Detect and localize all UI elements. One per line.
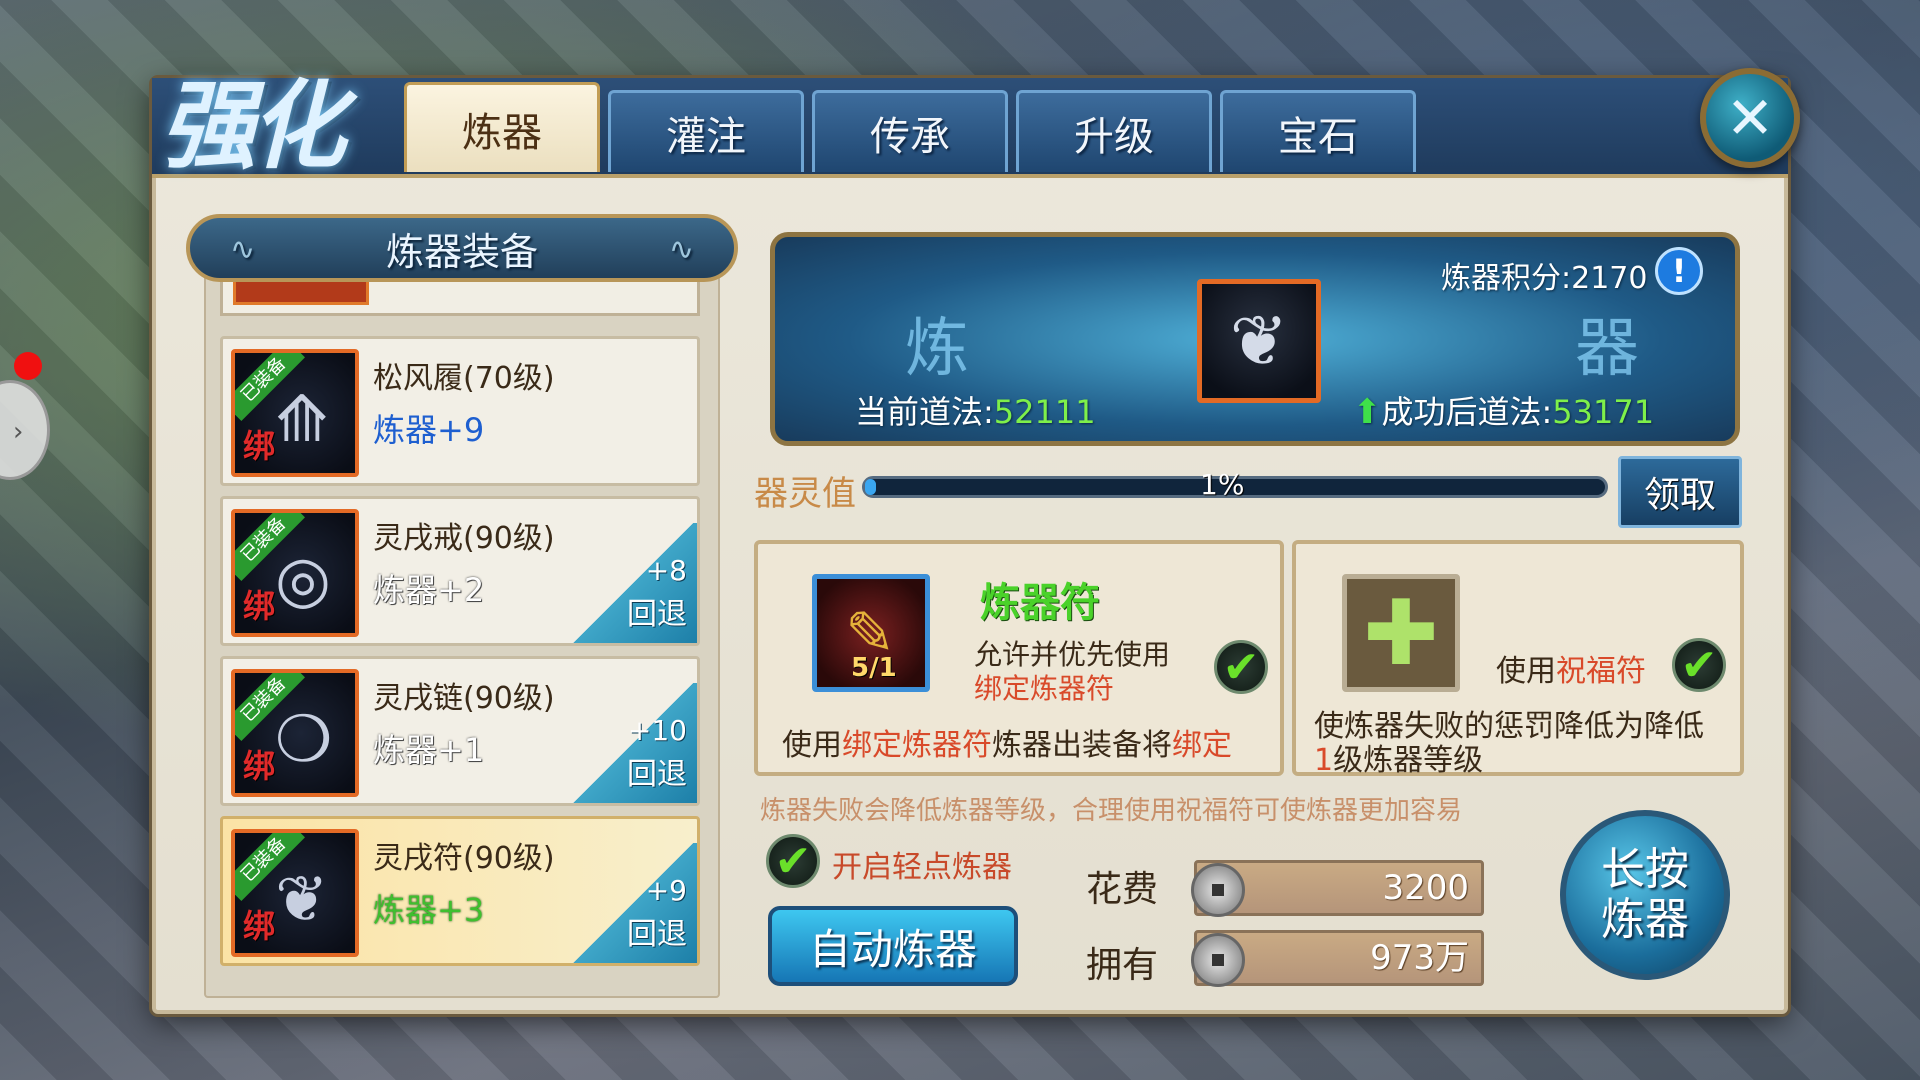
current-power: 当前道法:52111 [855,393,1096,431]
talisman-footnote: 使用绑定炼器符炼器出装备将绑定 [782,728,1232,763]
item-name: 灵戌链(90级) [373,681,555,716]
item-refine-level: 炼器+2 [373,571,485,609]
talisman-desc: 允许并优先使用 绑定炼器符 [974,638,1171,705]
item-refine-level: 炼器+1 [373,731,485,769]
boots-icon: ⟰ 已装备 绑 [231,349,359,477]
notification-dot [14,352,42,380]
rollback-label: 回退 [627,757,687,792]
info-icon[interactable]: ! [1655,247,1703,295]
spirit-progress-text: 1% [1200,468,1245,501]
hold-refine-button[interactable]: 长按 炼器 [1560,810,1730,980]
owned-field: 973万 [1191,930,1484,987]
rollback-value: +10 [627,714,687,747]
tab-bar: 炼器 灌注 传承 升级 宝石 [404,82,1416,172]
item-refine-level: 炼器+3 [373,891,485,929]
coin-icon [1191,863,1245,917]
use-bound-talisman-checkbox[interactable]: ✔ [1214,640,1268,694]
tab-refine[interactable]: 炼器 [404,82,600,172]
bind-badge: 绑 [243,907,276,945]
tab-upgrade[interactable]: 升级 [1016,90,1212,172]
equipment-list-title: 炼器装备 [385,229,538,274]
enhance-logo: 强化 [160,69,346,182]
cost-label: 花费 [1086,869,1159,910]
blessing-footnote: 使炼器失败的惩罚降低为降低 1级炼器等级 [1314,709,1704,778]
chevron-right-icon: › [13,417,24,447]
item-refine-level: 炼器+9 [373,411,485,449]
talisman-count: 5/1 [851,653,897,683]
refine-score: 炼器积分:2170 [1441,261,1648,296]
talisman-icon: ❦ 已装备 绑 [231,829,359,957]
claim-button[interactable]: 领取 [1618,456,1742,528]
tab-infuse[interactable]: 灌注 [608,90,804,172]
easy-refine-label: 开启轻点炼器 [832,850,1012,885]
tab-inherit[interactable]: 传承 [812,90,1008,172]
equipment-list-header: ∿ 炼器装备 ∿ [186,214,738,282]
list-item[interactable]: ❍ 已装备 绑 灵戌链(90级) 炼器+1 +10 回退 [220,656,700,806]
refine-tip: 炼器失败会降低炼器等级，合理使用祝福符可使炼器更加容易 [760,796,1463,826]
item-name: 松风履(70级) [373,361,555,396]
seal-char-left: 炼 [905,312,969,386]
add-blessing-icon[interactable]: ✚ [1342,574,1460,692]
after-success-power: ⬆成功后道法:53171 [1353,392,1655,432]
rollback-value: +9 [645,874,687,907]
auto-refine-button[interactable]: 自动炼器 [768,906,1018,986]
seal-char-right: 器 [1575,312,1639,386]
easy-refine-checkbox[interactable]: ✔ [766,834,820,888]
blessing-label: 使用祝福符 [1496,654,1646,689]
refine-talisman-option: ✎ 5/1 炼器符 允许并优先使用 绑定炼器符 ✔ 使用绑定炼器符炼器出装备将绑… [754,540,1284,776]
selected-item-icon: ❦ [1197,279,1321,403]
rollback-value: +8 [645,554,687,587]
tab-gem[interactable]: 宝石 [1220,90,1416,172]
ring-icon: ◎ 已装备 绑 [231,509,359,637]
list-item[interactable]: ⟰ 已装备 绑 松风履(70级) 炼器+9 [220,336,700,486]
owned-label: 拥有 [1086,945,1159,986]
necklace-icon: ❍ 已装备 绑 [231,669,359,797]
item-name: 灵戌符(90级) [373,841,555,876]
list-item-partial[interactable] [220,282,700,316]
refine-info-banner: 炼 器 ❦ 炼器积分:2170 ! 当前道法:52111 ⬆成功后道法:5317… [770,232,1740,446]
use-blessing-checkbox[interactable]: ✔ [1672,638,1726,692]
rollback-label: 回退 [627,597,687,632]
cloud-ornament-icon: ∿ [668,232,694,267]
scroll-icon[interactable]: ✎ 5/1 [812,574,930,692]
list-item-selected[interactable]: ❦ 已装备 绑 灵戌符(90级) 炼器+3 +9 回退 [220,816,700,966]
close-icon: ✕ [1725,84,1775,152]
close-button[interactable]: ✕ [1700,68,1800,168]
list-item[interactable]: ◎ 已装备 绑 灵戌戒(90级) 炼器+2 +8 回退 [220,496,700,646]
spirit-progress-fill [865,479,877,495]
coin-icon [1191,933,1245,987]
bind-badge: 绑 [243,747,276,785]
spirit-value-label: 器灵值 [754,474,856,514]
cloud-ornament-icon: ∿ [230,232,256,267]
blessing-option: ✚ 使用祝福符 ✔ 使炼器失败的惩罚降低为降低 1级炼器等级 [1292,540,1744,778]
item-name: 灵戌戒(90级) [373,521,555,556]
bind-badge: 绑 [243,587,276,625]
rollback-label: 回退 [627,917,687,952]
bind-badge: 绑 [243,427,276,465]
talisman-title: 炼器符 [980,580,1100,626]
arrow-up-icon: ⬆ [1353,392,1382,432]
cost-field: 3200 [1191,860,1484,917]
